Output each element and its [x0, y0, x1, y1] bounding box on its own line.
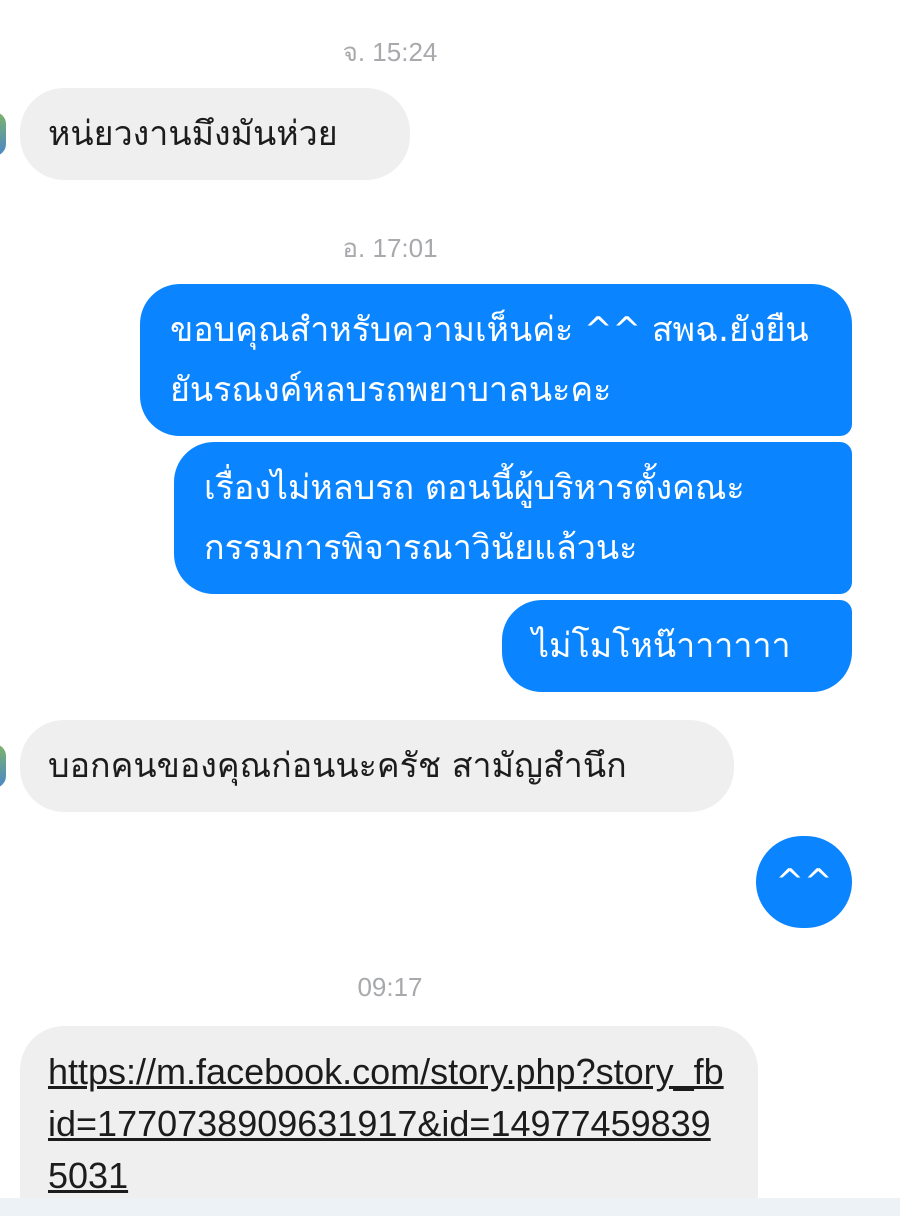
sender-avatar[interactable] [0, 112, 6, 156]
timestamp: 09:17 [357, 972, 423, 1002]
timestamp: จ. 15:24 [342, 37, 438, 67]
outgoing-message[interactable]: เรื่องไม่หลบรถ ตอนนี้ผู้บริหารตั้งคณะกรร… [174, 442, 852, 594]
message-text: ขอบคุณสำหรับความเห็นค่ะ ^^ สพฉ.ยังยืนยัน… [170, 310, 809, 410]
sender-avatar[interactable] [0, 744, 6, 788]
incoming-link-message[interactable]: https://m.facebook.com/story.php?story_f… [20, 1026, 758, 1216]
incoming-message[interactable]: บอกคนของคุณก่อนนะครัช สามัญสำนึก [20, 720, 734, 812]
incoming-message[interactable]: หน่ยวงานมึงมันห่วย [20, 88, 410, 180]
chat-thread[interactable]: จ. 15:24 หน่ยวงานมึงมันห่วย อ. 17:01 ขอบ… [0, 0, 900, 1216]
outgoing-message[interactable]: ขอบคุณสำหรับความเห็นค่ะ ^^ สพฉ.ยังยืนยัน… [140, 284, 852, 436]
message-text: ไม่โมโหน๊าาาาาา [532, 626, 791, 666]
timestamp: อ. 17:01 [342, 233, 438, 263]
message-text: ^^ [775, 862, 833, 902]
outgoing-message[interactable]: ^^ [756, 836, 852, 928]
message-text: บอกคนของคุณก่อนนะครัช สามัญสำนึก [48, 746, 627, 786]
message-text: เรื่องไม่หลบรถ ตอนนี้ผู้บริหารตั้งคณะกรร… [204, 468, 745, 568]
message-link[interactable]: https://m.facebook.com/story.php?story_f… [48, 1046, 730, 1202]
outgoing-message[interactable]: ไม่โมโหน๊าาาาาา [502, 600, 852, 692]
message-text: หน่ยวงานมึงมันห่วย [48, 114, 338, 154]
screen-bottom-edge [0, 1198, 900, 1216]
